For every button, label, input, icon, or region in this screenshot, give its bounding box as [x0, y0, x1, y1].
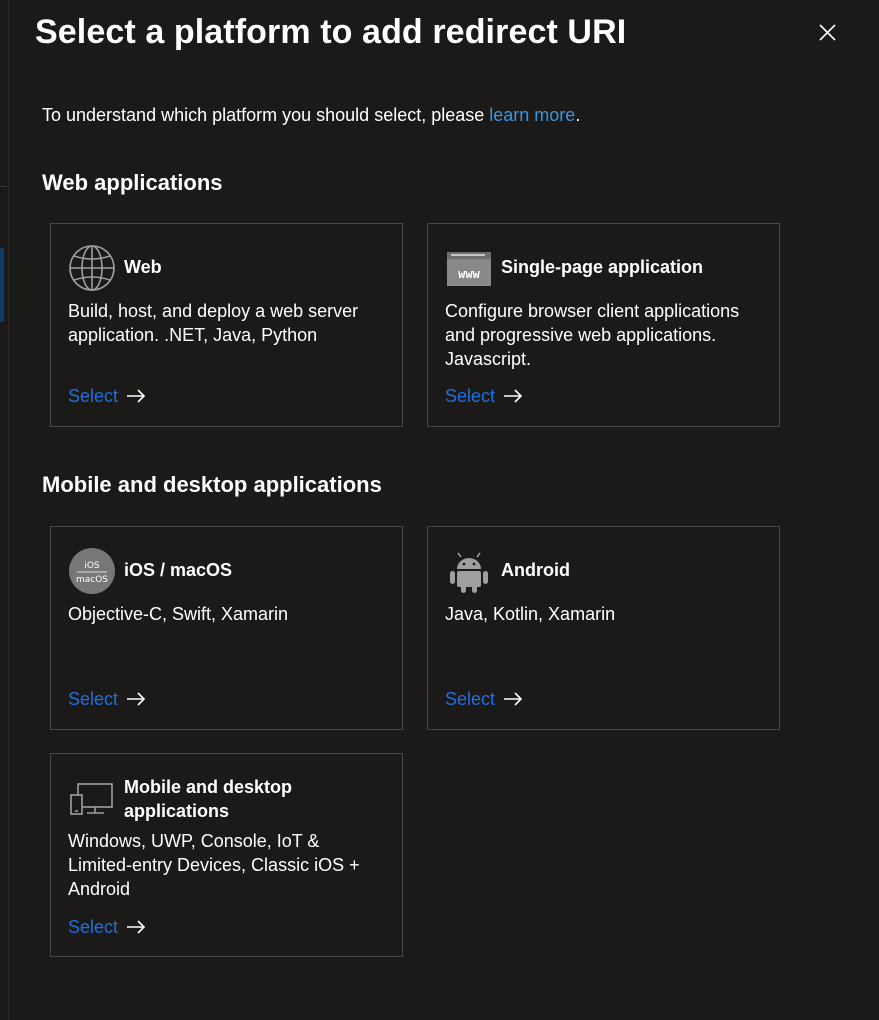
select-ios-macos-button[interactable]: Select — [68, 687, 146, 711]
card-title-single-page-application: Single-page application — [501, 257, 704, 277]
background-page-edge — [0, 0, 9, 1020]
arrow-right-icon — [127, 920, 146, 934]
platform-card-mobile-desktop: Mobile and desktop applications Windows,… — [50, 753, 403, 957]
desktop-mobile-icon — [68, 774, 116, 822]
card-title-web: Web — [124, 257, 162, 277]
section-title-web-applications: Web applications — [42, 170, 223, 195]
select-spa-label: Select — [445, 386, 496, 406]
svg-text:iOS: iOS — [84, 561, 100, 571]
select-mobile-desktop-button[interactable]: Select — [68, 915, 146, 939]
select-web-label: Select — [68, 386, 119, 406]
card-description-ios-macos: Objective-C, Swift, Xamarin — [68, 604, 289, 624]
select-desktop-label: Select — [68, 917, 119, 937]
card-description-mobile-desktop: Windows, UWP, Console, IoT & Limited-ent… — [68, 831, 360, 899]
arrow-right-icon — [127, 692, 146, 706]
platform-card-single-page-application: www Single-page application Configure br… — [427, 223, 780, 427]
ios-macos-icon: iOS macOS — [68, 547, 116, 595]
platform-dialog: Select a platform to add redirect URI To… — [0, 0, 879, 1020]
platform-card-ios-macos: iOS macOS iOS / macOS Objective-C, Swift… — [50, 526, 403, 730]
globe-icon — [68, 244, 116, 292]
svg-text:www: www — [458, 267, 480, 281]
android-icon — [445, 547, 493, 595]
card-title-mobile-desktop: Mobile and desktop applications — [124, 777, 293, 821]
platform-card-web: Web Build, host, and deploy a web server… — [50, 223, 403, 427]
card-description-single-page-application: Configure browser client applications an… — [445, 301, 740, 369]
close-button[interactable] — [812, 17, 842, 47]
select-android-button[interactable]: Select — [445, 687, 523, 711]
intro-text-main: To understand which platform you should … — [42, 105, 490, 125]
card-title-android: Android — [501, 560, 570, 580]
arrow-right-icon — [127, 389, 146, 403]
select-ios-label: Select — [68, 689, 119, 709]
intro-text: To understand which platform you should … — [42, 103, 580, 127]
dialog-title: Select a platform to add redirect URI — [35, 13, 627, 51]
card-description-web: Build, host, and deploy a web server app… — [68, 301, 359, 345]
card-title-ios-macos: iOS / macOS — [124, 560, 233, 580]
select-single-page-application-button[interactable]: Select — [445, 384, 523, 408]
background-page-selected-indicator — [0, 248, 4, 322]
svg-text:macOS: macOS — [76, 575, 108, 585]
background-page-divider — [0, 186, 7, 187]
close-icon — [819, 24, 836, 41]
arrow-right-icon — [504, 389, 523, 403]
intro-text-suffix: . — [575, 105, 581, 125]
browser-www-icon: www — [445, 244, 493, 292]
learn-more-link[interactable]: learn more — [489, 105, 575, 125]
section-title-mobile-desktop-applications: Mobile and desktop applications — [42, 472, 382, 497]
select-web-button[interactable]: Select — [68, 384, 146, 408]
card-description-android: Java, Kotlin, Xamarin — [445, 604, 616, 624]
arrow-right-icon — [504, 692, 523, 706]
platform-card-android: Android Java, Kotlin, Xamarin Select — [427, 526, 780, 730]
select-android-label: Select — [445, 689, 496, 709]
